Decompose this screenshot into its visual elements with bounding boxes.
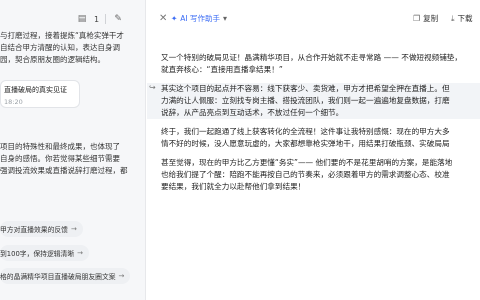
paragraph-line: 终于，我们一起跑通了线上获客转化的全流程！这件事让我特别感慨：现在的甲方大多	[161, 127, 450, 136]
message-line: 自结合甲方清醒的认知，表达自身调	[0, 43, 120, 52]
copy-icon: ❐	[413, 14, 421, 23]
paragraph-line: 力满的让人佩服：立刻找专岗主播、搭投流团队，我们则一起一遍遍地复盘数据，打磨	[161, 96, 450, 105]
toolbar-divider	[105, 14, 107, 24]
suggestion-chip[interactable]: 到100字，保持逻辑清晰 →	[0, 245, 90, 261]
paragraph-line: 也给我们提了个醒：陪跑不能再按自己的节奏来，必须跟着甲方的需求调整心态、校准	[161, 170, 450, 179]
paragraph-line: 其实这个项目的起点并不容易：线下获客少、卖货难，甲方才把希望全押在直播上。但	[161, 84, 450, 93]
message-line: 强调投流效果或直播说辞打磨过程，都	[0, 166, 128, 175]
paragraph-line: 要结果，我们就全力以赴帮他们拿到结果！	[161, 182, 306, 191]
suggestion-text: 格的晶满精华项目直播破局朋友圈文案	[0, 273, 116, 281]
suggestion-text: 甲方对直播效果的反馈	[0, 226, 68, 234]
left-chat-panel: ▤ 1 ✎ 与打磨过程，接着提炼“真枪实弹干才 自结合甲方清醒的认知，表达自身调…	[0, 0, 146, 300]
paragraph-line: 甚至觉得，现在的甲方比乙方更懂“务实”—— 他们要的不是花里胡哨的方案，是能落地	[161, 158, 453, 167]
arrow-right-icon: →	[70, 225, 77, 233]
left-toolbar: ▤ 1 ✎	[76, 12, 124, 26]
sparkle-icon: ✦	[171, 14, 178, 23]
document-body[interactable]: 又一个特别的破局见证！晶满精华项目，从合作开始就不走寻常路 —— 不做短视频铺垫…	[147, 52, 480, 193]
message-line: 自身的感悟。你若觉得某些细节需要	[0, 154, 120, 163]
ai-writing-assistant-button[interactable]: ✦ AI 写作助手 ▾	[171, 13, 227, 24]
suggestion-text: 到100字，保持逻辑清晰	[0, 250, 75, 258]
quote-icon: ↪	[149, 83, 156, 92]
document-card-title: 直播破局的真实见证	[4, 86, 67, 94]
paragraph-line: 情不好的时候，没人愿意玩虚的，大家都想靠枪实弹地干，用结果打破瓶颈、实破局局	[161, 139, 450, 148]
copy-button[interactable]: ❐ 复制	[413, 13, 438, 24]
copy-label: 复制	[423, 14, 439, 23]
close-icon[interactable]: ✕	[159, 13, 167, 24]
download-button[interactable]: ⤓ 下载	[451, 13, 473, 24]
paragraph-line: 又一个特别的破局见证！晶满精华项目，从合作开始就不走寻常路 —— 不做短视频铺垫…	[161, 53, 462, 62]
arrow-right-icon: →	[77, 249, 84, 257]
document-card[interactable]: 直播破局的真实见证 18:20	[0, 80, 80, 108]
document-panel: ✕ ✦ AI 写作助手 ▾ ❐ 复制 ⤓ 下载 又一个特别的破局见证！晶满精华项…	[147, 0, 480, 300]
chevron-down-icon: ▾	[223, 14, 228, 23]
document-icon[interactable]: ▤	[76, 13, 88, 25]
assistant-message-continued: 项目的特殊性和最终成果，也体现了 自身的感悟。你若觉得某些细节需要 强调投流效果…	[0, 141, 142, 177]
suggestion-chip[interactable]: 甲方对直播效果的反馈 →	[0, 221, 83, 237]
download-label: 下载	[457, 14, 473, 23]
paragraph: 甚至觉得，现在的甲方比乙方更懂“务实”—— 他们要的不是花里胡哨的方案，是能落地…	[161, 157, 480, 193]
message-line: 与打磨过程，接着提炼“真枪实弹干才	[0, 31, 124, 40]
message-line: 项目的特殊性和最终成果，也体现了	[0, 142, 120, 151]
message-line: 园，契合原朋友圈的逻辑结构。	[0, 55, 105, 64]
version-count: 1	[94, 14, 100, 24]
download-icon: ⤓	[451, 13, 455, 23]
paragraph-line: 说辞，从产品亮点到互动话术，不放过任何一个细节。	[161, 108, 344, 117]
document-card-time: 18:20	[4, 98, 23, 106]
paragraph-highlighted: ↪ 其实这个项目的起点并不容易：线下获客少、卖货难，甲方才把希望全押在直播上。但…	[147, 83, 480, 119]
document-header: ✕ ✦ AI 写作助手 ▾ ❐ 复制 ⤓ 下载	[147, 10, 480, 30]
ai-writing-assistant-label: AI 写作助手	[180, 14, 221, 23]
edit-icon[interactable]: ✎	[112, 13, 124, 25]
arrow-right-icon: →	[118, 272, 125, 280]
paragraph-line: 就直奔核心：“直接用直播拿结果！”	[161, 65, 283, 74]
paragraph: 终于，我们一起跑通了线上获客转化的全流程！这件事让我特别感慨：现在的甲方大多 情…	[161, 126, 480, 150]
paragraph: 又一个特别的破局见证！晶满精华项目，从合作开始就不走寻常路 —— 不做短视频铺垫…	[161, 52, 480, 76]
assistant-message: 与打磨过程，接着提炼“真枪实弹干才 自结合甲方清醒的认知，表达自身调 园，契合原…	[0, 30, 142, 66]
suggestion-chip[interactable]: 格的晶满精华项目直播破局朋友圈文案 →	[0, 268, 131, 284]
